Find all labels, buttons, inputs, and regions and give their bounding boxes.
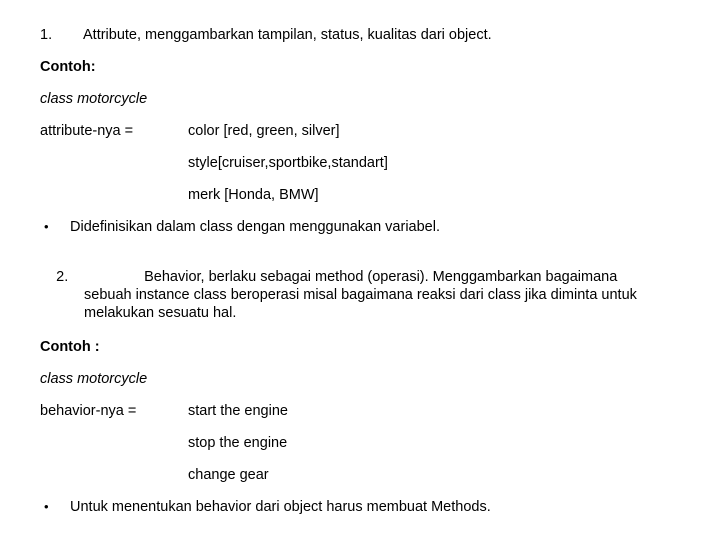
numbered-item-1: 1. Attribute, menggambarkan tampilan, st…	[40, 26, 702, 44]
numbered-item-1-marker: 1.	[40, 27, 53, 43]
slide-canvas: 1. Attribute, menggambarkan tampilan, st…	[0, 0, 720, 540]
behavior-definition-row: behavior-nya = start the engine	[40, 402, 702, 420]
bullet-item-1: • Didefinisikan dalam class dengan mengg…	[40, 218, 702, 236]
bullet-item-2: • Untuk menentukan behavior dari object …	[40, 498, 702, 516]
class-declaration-1: class motorcycle	[40, 91, 148, 107]
bullet-item-2-text: Untuk menentukan behavior dari object ha…	[70, 499, 491, 515]
attribute-definition-row: attribute-nya = color [red, green, silve…	[40, 122, 702, 140]
attribute-value-style: style[cruiser,sportbike,standart]	[188, 155, 388, 171]
numbered-item-2-marker: 2.	[56, 269, 69, 285]
numbered-item-1-text: Attribute, menggambarkan tampilan, statu…	[83, 27, 492, 43]
behavior-value-stop: stop the engine	[188, 435, 288, 451]
numbered-item-2-text: Behavior, berlaku sebagai method (operas…	[84, 269, 641, 321]
numbered-item-2: 2. Behavior, berlaku sebagai method (oper…	[40, 250, 662, 340]
behavior-value-start: start the engine	[188, 403, 288, 419]
bullet-icon-1: •	[44, 219, 49, 234]
class-declaration-2: class motorcycle	[40, 371, 148, 387]
contoh-heading-2: Contoh :	[40, 339, 100, 355]
contoh-heading-1: Contoh:	[40, 59, 96, 75]
attribute-value-color: color [red, green, silver]	[188, 123, 340, 139]
bullet-icon-2: •	[44, 499, 49, 514]
behavior-value-change-gear: change gear	[188, 467, 269, 483]
attribute-label: attribute-nya =	[40, 123, 134, 139]
attribute-value-merk: merk [Honda, BMW]	[188, 187, 319, 203]
bullet-item-1-text: Didefinisikan dalam class dengan menggun…	[70, 219, 440, 235]
behavior-label: behavior-nya =	[40, 403, 137, 419]
